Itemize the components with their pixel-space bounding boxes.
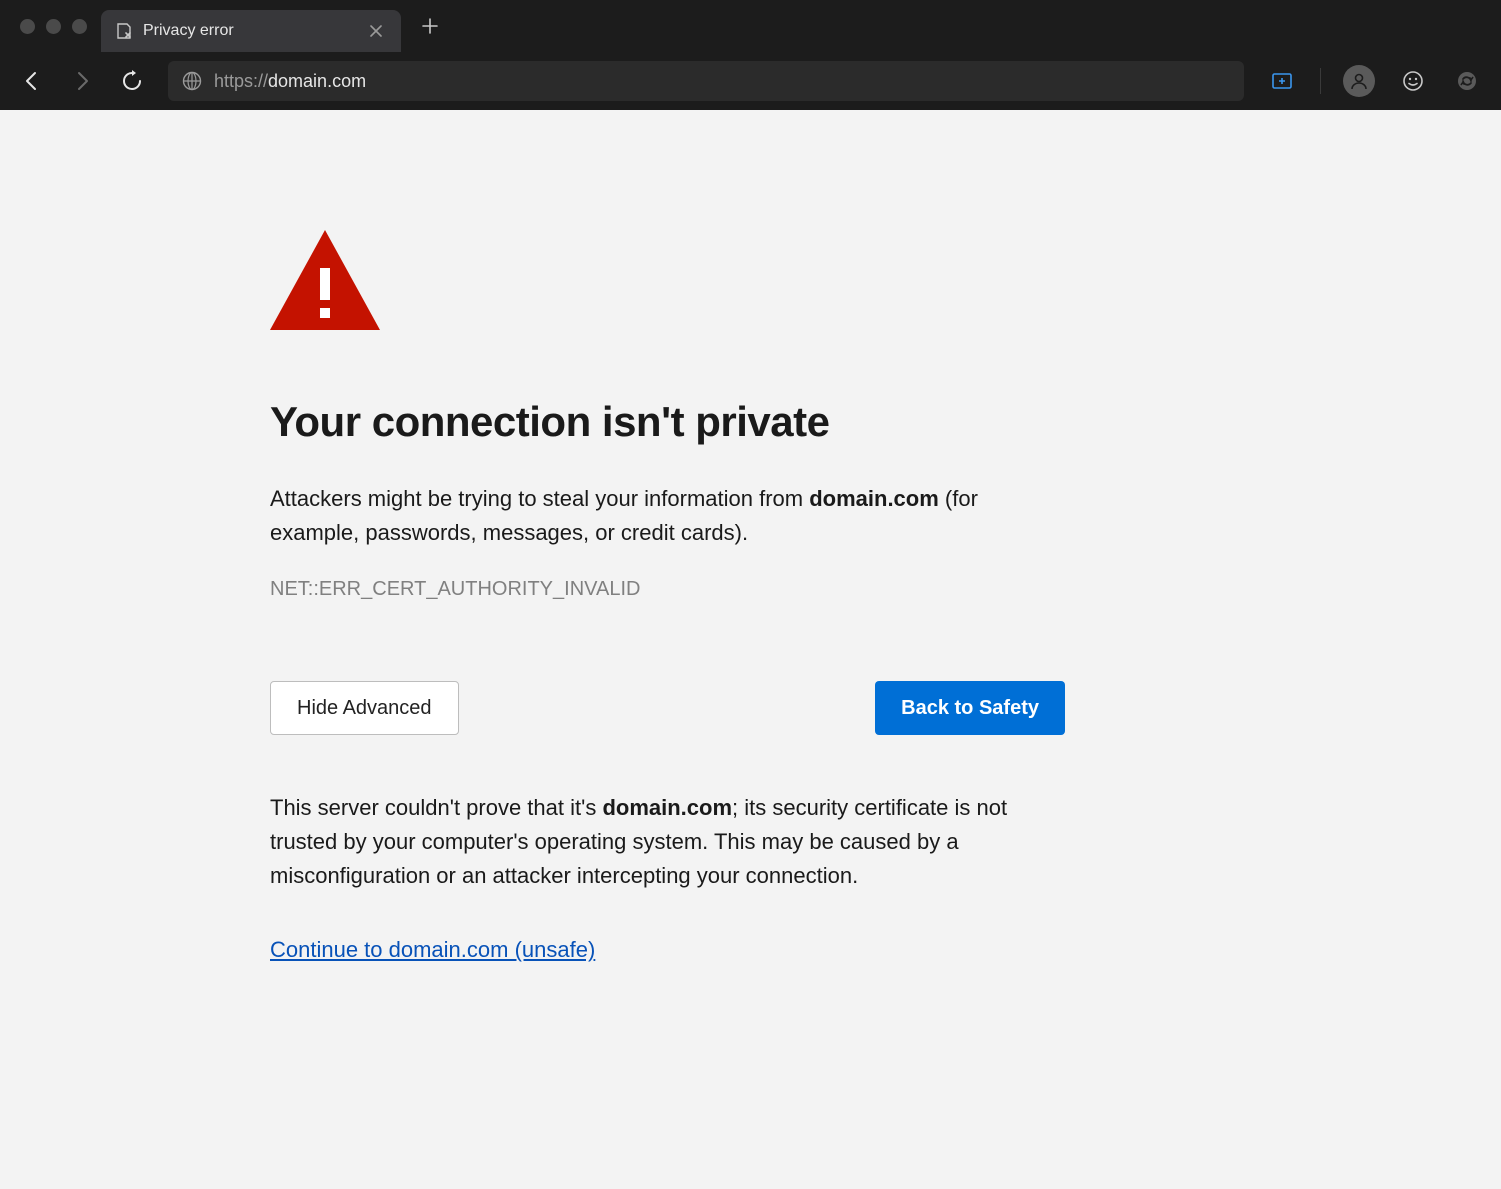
close-tab-button[interactable]	[365, 20, 387, 42]
toolbar: https://domain.com	[0, 52, 1501, 110]
url-text: https://domain.com	[214, 71, 366, 92]
hide-advanced-button[interactable]: Hide Advanced	[270, 681, 459, 735]
profile-button[interactable]	[1343, 65, 1375, 97]
feedback-smiley-icon[interactable]	[1397, 65, 1429, 97]
toolbar-right	[1266, 65, 1483, 97]
warning-triangle-icon	[270, 230, 1065, 330]
back-button[interactable]	[18, 67, 46, 95]
window-minimize-button[interactable]	[46, 19, 61, 34]
proceed-unsafe-link[interactable]: Continue to domain.com (unsafe)	[270, 937, 595, 962]
new-tab-button[interactable]	[413, 9, 447, 43]
window-close-button[interactable]	[20, 19, 35, 34]
window-controls	[8, 19, 101, 34]
url-domain: domain.com	[268, 71, 366, 91]
browser-chrome: Privacy error	[0, 0, 1501, 110]
content-container: Your connection isn't private Attackers …	[270, 230, 1065, 963]
tracking-prevention-icon[interactable]	[1266, 65, 1298, 97]
error-code: NET::ERR_CERT_AUTHORITY_INVALID	[270, 578, 1065, 601]
back-to-safety-button[interactable]: Back to Safety	[875, 681, 1065, 735]
action-buttons: Hide Advanced Back to Safety	[270, 681, 1065, 735]
address-bar[interactable]: https://domain.com	[168, 61, 1244, 101]
browser-tab[interactable]: Privacy error	[101, 10, 401, 52]
url-prefix: https://	[214, 71, 268, 91]
privacy-error-page: Your connection isn't private Attackers …	[0, 110, 1501, 963]
refresh-button[interactable]	[118, 67, 146, 95]
tab-strip: Privacy error	[0, 0, 1501, 52]
error-heading: Your connection isn't private	[270, 398, 1065, 446]
advanced-detail: This server couldn't prove that it's dom…	[270, 791, 1065, 893]
forward-button[interactable]	[68, 67, 96, 95]
tab-title: Privacy error	[143, 22, 234, 40]
sync-icon[interactable]	[1451, 65, 1483, 97]
error-description: Attackers might be trying to steal your …	[270, 482, 1065, 550]
globe-icon	[182, 71, 202, 91]
toolbar-separator	[1320, 68, 1321, 94]
page-error-icon	[115, 22, 133, 40]
window-fullscreen-button[interactable]	[72, 19, 87, 34]
